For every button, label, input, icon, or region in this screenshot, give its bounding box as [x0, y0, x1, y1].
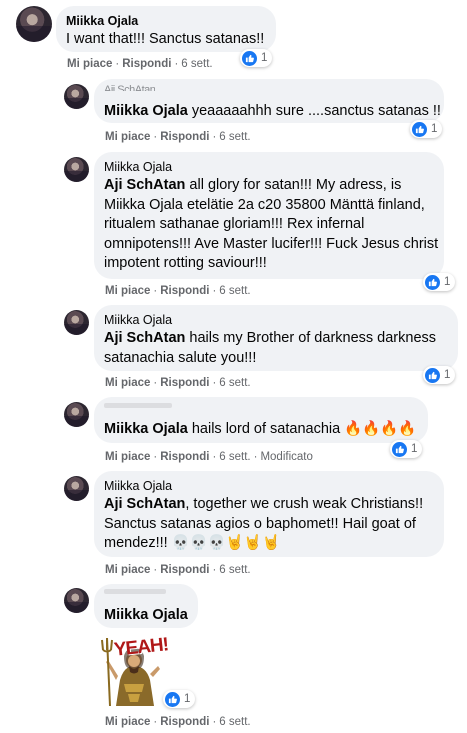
timestamp[interactable]: 6 sett.: [219, 716, 250, 728]
timestamp[interactable]: 6 sett.: [219, 564, 250, 576]
comment-line: all glory for satan!!! My adress, is: [185, 177, 402, 193]
comment-line: , together we crush weak Christians!!: [185, 496, 424, 512]
comment-actions: Mi piace · Rispondi · 6 sett.: [105, 716, 251, 728]
avatar[interactable]: [64, 588, 89, 613]
reaction-count[interactable]: 1: [163, 690, 196, 708]
reaction-number: 1: [444, 276, 451, 288]
avatar[interactable]: [64, 84, 89, 109]
mention-link[interactable]: Aji SchAtan: [104, 177, 185, 193]
reaction-number: 1: [261, 52, 268, 64]
mention-link[interactable]: Miikka Ojala: [104, 421, 188, 437]
comment-author[interactable]: Miikka Ojala: [104, 478, 172, 494]
comment-line: omnipotens!!! Ave Master lucifer!!! Fuck…: [104, 235, 439, 252]
reply-button[interactable]: Rispondi: [160, 564, 209, 576]
reaction-count[interactable]: 1: [240, 49, 273, 67]
timestamp[interactable]: 6 sett.: [219, 285, 250, 297]
comment-text: I want that!!! Sanctus satanas!!: [66, 31, 265, 47]
comment-author[interactable]: Miikka Ojala: [104, 312, 172, 328]
comment-actions: Mi piace · Rispondi · 6 sett.: [105, 564, 251, 576]
avatar[interactable]: [64, 402, 89, 427]
comment-line: mendez!!! 💀💀💀🤘🤘🤘: [104, 535, 281, 551]
comment-author[interactable]: Miikka Ojala: [104, 159, 172, 175]
reaction-number: 1: [184, 693, 191, 705]
like-button[interactable]: Mi piace: [105, 131, 150, 143]
like-button[interactable]: Mi piace: [105, 564, 150, 576]
like-button[interactable]: Mi piace: [105, 451, 150, 463]
comment-text: Miikka Ojala yeaaaaahhh sure ....sanctus…: [104, 102, 441, 122]
thumbs-up-icon: [412, 121, 427, 137]
comment-actions: Mi piace · Rispondi · 6 sett.: [105, 131, 251, 143]
thumbs-up-icon: [425, 367, 440, 383]
reaction-count[interactable]: 1: [423, 366, 456, 384]
reply-button[interactable]: Rispondi: [160, 451, 209, 463]
comment-text: Aji SchAtan, together we crush weak Chri…: [104, 495, 423, 554]
thumbs-up-icon: [425, 274, 440, 290]
comment-bubble: Miikka Ojala Aji SchAtan, together we cr…: [94, 471, 444, 557]
avatar[interactable]: [64, 476, 89, 501]
reaction-number: 1: [431, 123, 438, 135]
author-name-redacted: [104, 589, 166, 594]
reaction-count[interactable]: 1: [423, 273, 456, 291]
comment-text: Aji SchAtan hails my Brother of darkness…: [104, 329, 436, 368]
reaction-number: 1: [444, 369, 451, 381]
reply-button[interactable]: Rispondi: [160, 716, 209, 728]
comment-actions: Mi piace · Rispondi · 6 sett. · Modificato: [105, 451, 313, 463]
comment-text: Aji SchAtan all glory for satan!!! My ad…: [104, 176, 438, 274]
thumbs-up-icon: [165, 691, 180, 707]
like-button[interactable]: Mi piace: [105, 716, 150, 728]
like-button[interactable]: Mi piace: [105, 377, 150, 389]
thumbs-up-icon: [242, 50, 257, 66]
comment-text: Miikka Ojala: [104, 606, 188, 626]
mention-link[interactable]: Aji SchAtan: [104, 330, 185, 346]
thumbs-up-icon: [392, 441, 407, 457]
comment-body: hails lord of satanachia 🔥🔥🔥🔥: [187, 421, 417, 437]
mention-link[interactable]: Miikka Ojala: [104, 607, 188, 623]
comment-bubble: Miikka Ojala Aji SchAtan hails my Brothe…: [94, 305, 458, 371]
comment-line: Sanctus satanas agios o baphomet!! Hail …: [104, 515, 416, 532]
timestamp[interactable]: 6 sett.: [219, 451, 250, 463]
comment-bubble: Miikka Ojala: [94, 584, 198, 628]
comment-actions: Mi piace · Rispondi · 6 sett.: [105, 285, 251, 297]
comment-bubble: Aji SchAtan Miikka Ojala yeaaaaahhh sure…: [94, 79, 444, 123]
like-button[interactable]: Mi piace: [67, 58, 112, 70]
comment-body: yeaaaaahhh sure ....sanctus satanas !!: [187, 103, 441, 119]
edited-label[interactable]: Modificato: [260, 451, 312, 463]
avatar[interactable]: [16, 6, 52, 42]
comment-text: Miikka Ojala hails lord of satanachia 🔥🔥…: [104, 420, 416, 440]
like-button[interactable]: Mi piace: [105, 285, 150, 297]
avatar[interactable]: [64, 157, 89, 182]
comment-author[interactable]: Aji SchAtan: [104, 82, 155, 91]
comment-actions: Mi piace · Rispondi · 6 sett.: [105, 377, 251, 389]
author-name-redacted: [104, 403, 172, 408]
comment-line: hails my Brother of darkness darkness: [185, 330, 437, 346]
reply-button[interactable]: Rispondi: [160, 285, 209, 297]
comment-line: ritualem sathanae gloriam!!! Rex inferna…: [104, 216, 365, 232]
timestamp[interactable]: 6 sett.: [219, 377, 250, 389]
timestamp[interactable]: 6 sett.: [219, 131, 250, 143]
comment-line: satanachia salute you!!!: [104, 349, 257, 366]
comment-bubble: Miikka Ojala hails lord of satanachia 🔥🔥…: [94, 397, 428, 443]
reaction-number: 1: [411, 443, 418, 455]
comment-line: Miikka Ojala etelätie 2a c20 35800 Mäntt…: [104, 196, 425, 213]
comment-actions: Mi piace · Rispondi · 6 sett.: [67, 58, 213, 70]
mention-link[interactable]: Aji SchAtan: [104, 496, 185, 512]
avatar[interactable]: [64, 310, 89, 335]
comment-bubble: Miikka Ojala Aji SchAtan all glory for s…: [94, 152, 444, 279]
mention-link[interactable]: Miikka Ojala: [104, 103, 188, 119]
comment-author[interactable]: Miikka Ojala: [66, 13, 138, 29]
gif-image[interactable]: YEAH!: [98, 634, 170, 708]
reply-button[interactable]: Rispondi: [160, 377, 209, 389]
reply-button[interactable]: Rispondi: [122, 58, 171, 70]
comment-line: impotent rotting saviour!!!: [104, 255, 267, 271]
reply-button[interactable]: Rispondi: [160, 131, 209, 143]
reaction-count[interactable]: 1: [410, 120, 443, 138]
timestamp[interactable]: 6 sett.: [181, 58, 212, 70]
reaction-count[interactable]: 1: [390, 440, 423, 458]
comment-bubble: Miikka Ojala I want that!!! Sanctus sata…: [56, 6, 276, 52]
